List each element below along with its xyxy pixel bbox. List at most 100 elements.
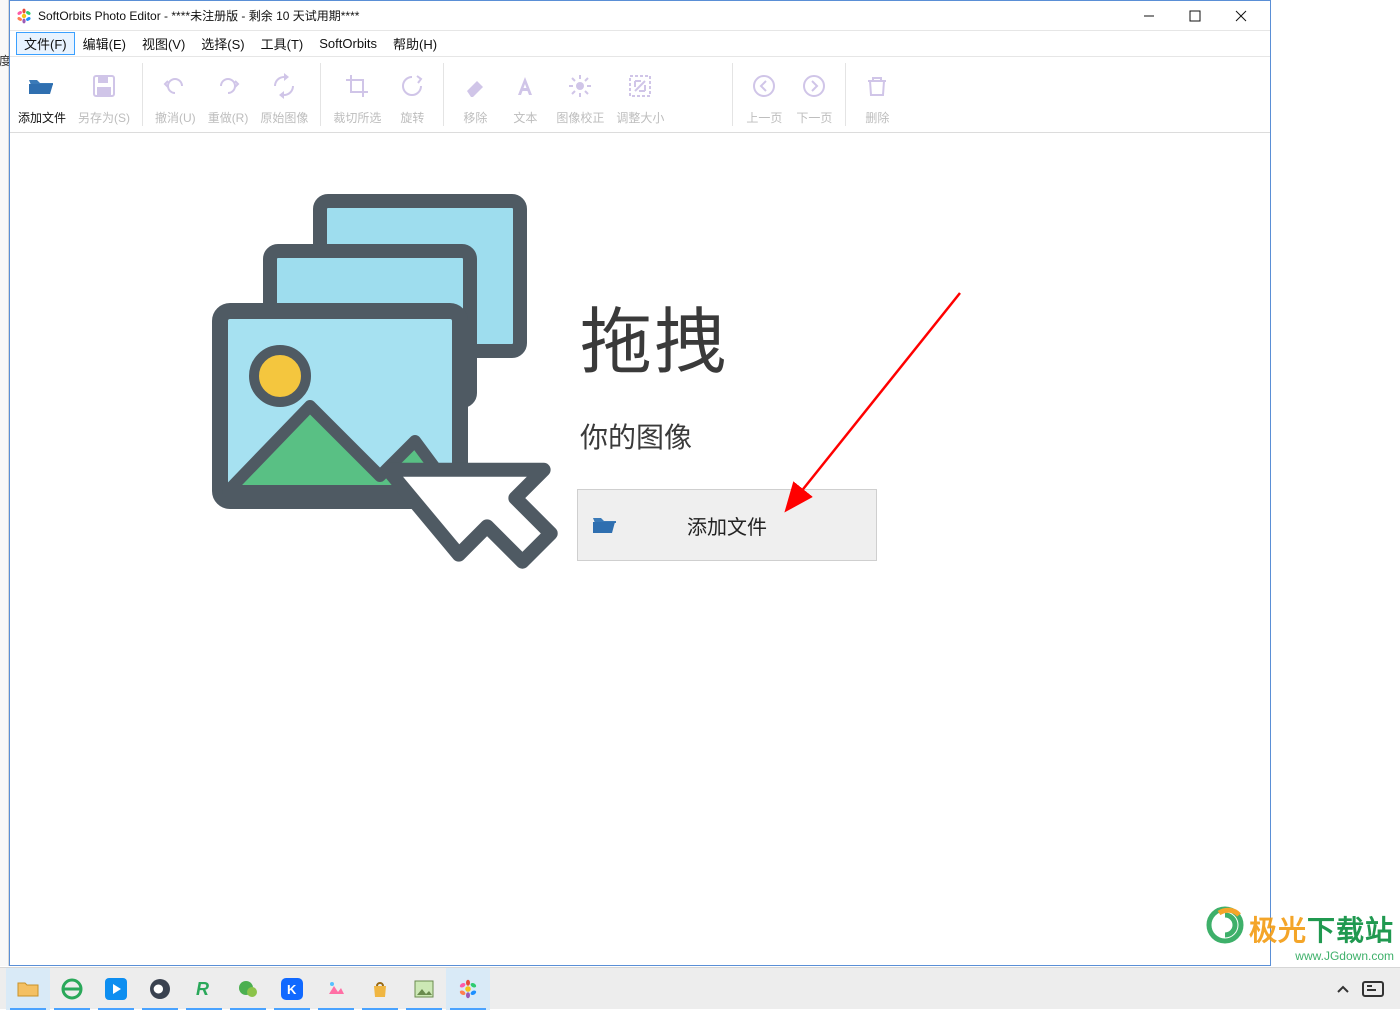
menu-edit[interactable]: 编辑(E) <box>75 32 134 55</box>
toolbar-text-label: 文本 <box>513 109 537 126</box>
add-file-button-label: 添加文件 <box>687 511 767 540</box>
toolbar-prev-label: 上一页 <box>746 109 782 126</box>
toolbar-rotate-label: 旋转 <box>400 109 424 126</box>
toolbar-redo-button[interactable]: 重做(R) <box>202 61 255 128</box>
drag-subtitle: 你的图像 <box>580 416 728 456</box>
canvas-empty-state: 拖拽 你的图像 添加文件 <box>10 133 1270 965</box>
toolbar: 添加文件 另存为(S) 撤消(U) 重做(R) <box>10 57 1270 133</box>
menu-softorbits[interactable]: SoftOrbits <box>311 34 385 53</box>
toolbar-prev-button[interactable]: 上一页 <box>739 61 789 128</box>
app-window: SoftOrbits Photo Editor - ****未注册版 - 剩余 … <box>9 0 1271 966</box>
task-ie-browser[interactable] <box>50 968 94 1010</box>
watermark-logo-icon <box>1205 905 1245 945</box>
task-gallery-app[interactable] <box>314 968 358 1010</box>
menubar: 文件(F) 编辑(E) 视图(V) 选择(S) 工具(T) SoftOrbits… <box>10 31 1270 57</box>
window-minimize-button[interactable] <box>1126 1 1172 31</box>
resize-icon <box>627 65 653 107</box>
rotate-icon <box>399 65 425 107</box>
redo-icon <box>215 65 241 107</box>
folder-icon <box>592 514 618 542</box>
toolbar-add-file-label: 添加文件 <box>18 109 66 126</box>
ie-icon <box>61 978 83 1000</box>
toolbar-next-label: 下一页 <box>796 109 832 126</box>
sogou-icon <box>149 978 171 1000</box>
refresh-icon <box>271 65 297 107</box>
toolbar-undo-button[interactable]: 撤消(U) <box>149 61 202 128</box>
window-close-button[interactable] <box>1218 1 1264 31</box>
eraser-icon <box>462 65 488 107</box>
r-icon: R <box>193 978 215 1000</box>
picture-icon <box>413 978 435 1000</box>
toolbar-text-button[interactable]: 文本 <box>500 61 550 128</box>
drag-title: 拖拽 <box>580 283 728 388</box>
blue-app-icon <box>105 978 127 1000</box>
toolbar-delete-label: 删除 <box>865 109 889 126</box>
task-app-blue[interactable] <box>94 968 138 1010</box>
toolbar-original-button[interactable]: 原始图像 <box>254 61 314 128</box>
task-wechat[interactable] <box>226 968 270 1010</box>
task-softorbits-app[interactable] <box>446 968 490 1010</box>
toolbar-remove-label: 移除 <box>463 109 487 126</box>
task-image-viewer[interactable] <box>402 968 446 1010</box>
watermark: 极光下载站 www.JGdown.com <box>1249 909 1394 963</box>
crop-icon <box>344 65 370 107</box>
watermark-text-a: 极光 <box>1249 915 1307 946</box>
watermark-url: www.JGdown.com <box>1249 949 1394 963</box>
bag-icon <box>369 978 391 1000</box>
toolbar-redo-label: 重做(R) <box>208 109 249 126</box>
toolbar-rotate-button[interactable]: 旋转 <box>387 61 437 128</box>
folder-icon <box>17 980 39 998</box>
arrow-right-icon <box>801 65 827 107</box>
toolbar-correction-label: 图像校正 <box>556 109 604 126</box>
toolbar-original-label: 原始图像 <box>260 109 308 126</box>
softorbits-icon <box>458 979 478 999</box>
toolbar-resize-label: 调整大小 <box>616 109 664 126</box>
menu-file[interactable]: 文件(F) <box>16 32 75 55</box>
titlebar: SoftOrbits Photo Editor - ****未注册版 - 剩余 … <box>10 1 1270 31</box>
task-store-app[interactable] <box>358 968 402 1010</box>
toolbar-remove-button[interactable]: 移除 <box>450 61 500 128</box>
system-tray <box>1328 974 1394 1004</box>
task-sogou-browser[interactable] <box>138 968 182 1010</box>
svg-text:K: K <box>287 982 297 997</box>
save-icon <box>91 65 117 107</box>
svg-text:R: R <box>196 979 209 999</box>
toolbar-crop-button[interactable]: 裁切所选 <box>327 61 387 128</box>
task-r-app[interactable]: R <box>182 968 226 1010</box>
watermark-text-b: 下载站 <box>1307 915 1394 946</box>
menu-tools[interactable]: 工具(T) <box>253 32 312 55</box>
arrow-left-icon <box>751 65 777 107</box>
menu-select[interactable]: 选择(S) <box>193 32 252 55</box>
toolbar-delete-button[interactable]: 删除 <box>852 61 902 128</box>
window-maximize-button[interactable] <box>1172 1 1218 31</box>
gallery-icon <box>325 978 347 1000</box>
text-icon <box>512 65 538 107</box>
kugou-icon: K <box>281 978 303 1000</box>
toolbar-save-as-label: 另存为(S) <box>78 109 130 126</box>
task-kugou[interactable]: K <box>270 968 314 1010</box>
add-file-button[interactable]: 添加文件 <box>577 489 877 561</box>
window-title: SoftOrbits Photo Editor - ****未注册版 - 剩余 … <box>38 7 359 24</box>
taskbar: R K <box>0 967 1400 1009</box>
app-icon <box>16 8 32 24</box>
toolbar-correction-button[interactable]: 图像校正 <box>550 61 610 128</box>
menu-view[interactable]: 视图(V) <box>134 32 193 55</box>
toolbar-resize-button[interactable]: 调整大小 <box>610 61 670 128</box>
folder-open-icon <box>27 65 57 107</box>
toolbar-next-button[interactable]: 下一页 <box>789 61 839 128</box>
menu-help[interactable]: 帮助(H) <box>385 32 445 55</box>
toolbar-save-as-button[interactable]: 另存为(S) <box>72 61 136 128</box>
wechat-icon <box>237 978 259 1000</box>
trash-icon <box>864 65 890 107</box>
toolbar-undo-label: 撤消(U) <box>155 109 196 126</box>
annotation-arrow <box>780 283 1000 523</box>
undo-icon <box>162 65 188 107</box>
task-file-explorer[interactable] <box>6 968 50 1010</box>
toolbar-add-file-button[interactable]: 添加文件 <box>12 61 72 128</box>
drop-illustration-icon <box>200 191 560 551</box>
toolbar-crop-label: 裁切所选 <box>333 109 381 126</box>
background-window-edge: 度 <box>0 0 9 966</box>
tray-chevron-up-icon[interactable] <box>1328 974 1358 1004</box>
brightness-icon <box>567 65 593 107</box>
tray-input-method-icon[interactable] <box>1358 974 1388 1004</box>
